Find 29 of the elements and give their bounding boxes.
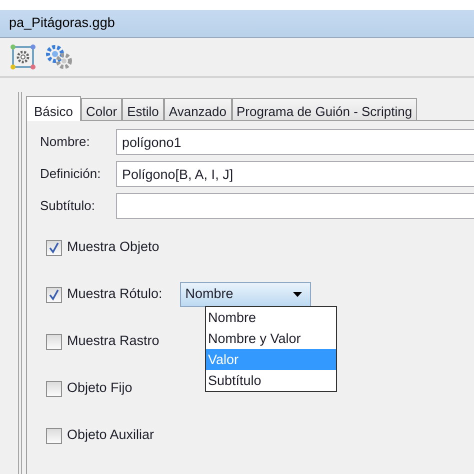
- window-title: pa_Pitágoras.ggb: [9, 14, 115, 32]
- checkbox[interactable]: [46, 286, 62, 302]
- checkbox[interactable]: [46, 380, 62, 396]
- checkbox[interactable]: [46, 334, 62, 350]
- checkbox-label: Objeto Fijo: [67, 379, 132, 398]
- tab[interactable]: Programa de Guión - Scripting: [232, 98, 418, 120]
- checkbox-label: Muestra Rastro: [67, 332, 160, 350]
- caret-icon: [293, 292, 302, 297]
- checkbox[interactable]: [46, 428, 62, 444]
- gears-icon[interactable]: [44, 44, 74, 70]
- checkbox[interactable]: [46, 240, 62, 256]
- checkbox-label: Objeto Auxiliar: [67, 426, 154, 444]
- field-label: Nombre:: [40, 133, 91, 152]
- field-label: Definición:: [40, 165, 102, 184]
- dropdown-option[interactable]: Subtítulo: [206, 370, 336, 391]
- checkbox-label: Muestra Objeto: [67, 238, 160, 256]
- dropdown-option[interactable]: Nombre: [206, 307, 336, 328]
- checkbox-label: Muestra Rótulo:: [67, 285, 162, 304]
- input-field[interactable]: Polígono[B, A, I, J]: [116, 161, 474, 187]
- tab[interactable]: Color: [81, 98, 122, 120]
- tab[interactable]: Básico: [26, 96, 82, 121]
- tab[interactable]: Estilo: [122, 98, 164, 120]
- input-field[interactable]: polígono1: [116, 129, 474, 155]
- field-label: Subtítulo:: [40, 197, 96, 216]
- dropdown[interactable]: Nombre: [180, 282, 312, 307]
- input-field[interactable]: [116, 193, 474, 219]
- dropdown-option[interactable]: Nombre y Valor: [206, 328, 336, 349]
- object-gear-icon[interactable]: [10, 44, 36, 70]
- tab[interactable]: Avanzado: [164, 98, 232, 120]
